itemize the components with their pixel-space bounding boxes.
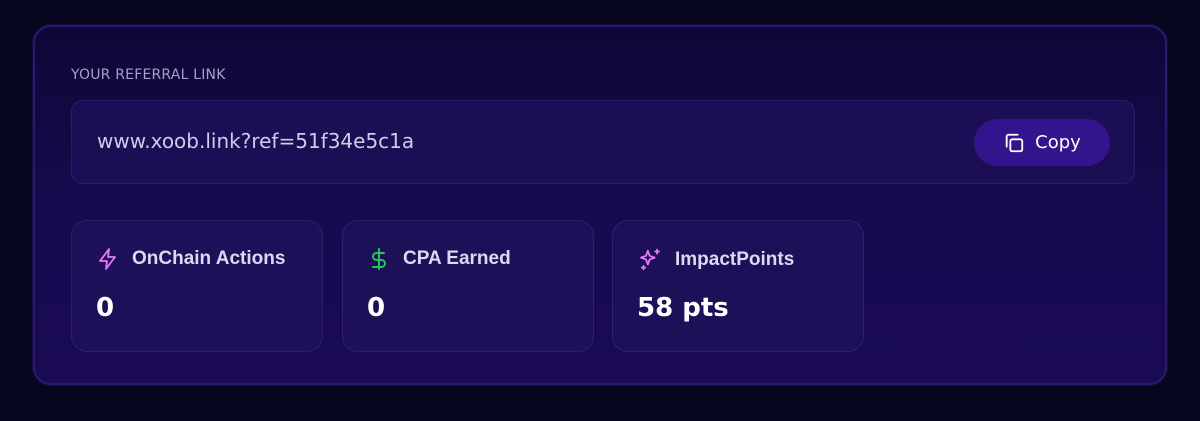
referral-link-box: www.xoob.link?ref=51f34e5c1a Copy: [71, 100, 1135, 184]
stat-value: 0: [96, 293, 115, 323]
sparkles-icon: [637, 247, 663, 273]
referral-link-label: YOUR REFERRAL LINK: [71, 67, 226, 83]
copy-icon: [1003, 132, 1025, 154]
stat-value: 58 pts: [637, 293, 729, 323]
stat-card-cpa-earned: CPA Earned 0: [342, 220, 594, 352]
stat-value: 0: [367, 293, 386, 323]
stat-title: ImpactPoints: [675, 249, 795, 270]
dollar-icon: [367, 247, 391, 271]
lightning-icon: [96, 247, 120, 271]
stat-title: CPA Earned: [403, 248, 511, 269]
stat-card-onchain-actions: OnChain Actions 0: [71, 220, 323, 352]
stat-title: OnChain Actions: [132, 248, 286, 269]
stat-card-impact-points: ImpactPoints 58 pts: [612, 220, 864, 352]
copy-button[interactable]: Copy: [974, 119, 1110, 166]
copy-button-label: Copy: [1035, 132, 1081, 153]
referral-link-text[interactable]: www.xoob.link?ref=51f34e5c1a: [97, 129, 414, 153]
referral-card: YOUR REFERRAL LINK www.xoob.link?ref=51f…: [33, 25, 1167, 385]
